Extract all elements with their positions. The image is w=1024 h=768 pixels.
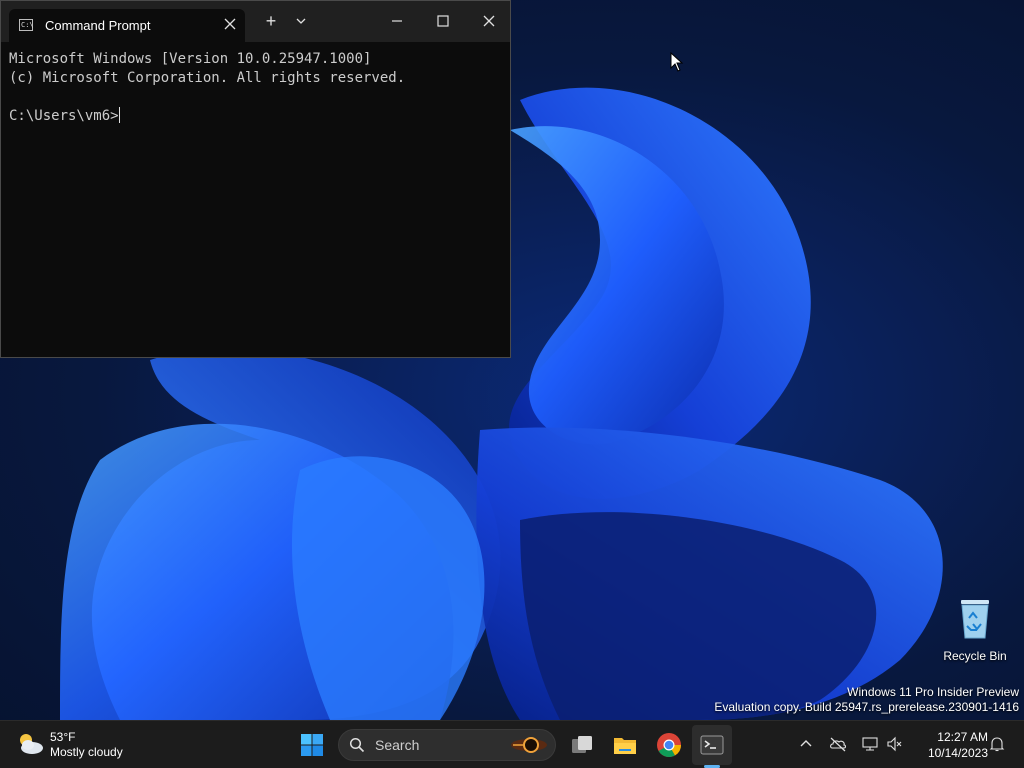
terminal-prompt: C:\Users\vm6>: [9, 108, 119, 124]
text-cursor: [118, 107, 120, 123]
close-icon[interactable]: [479, 11, 499, 31]
tab-close-icon[interactable]: [221, 15, 239, 33]
search-highlight-icon: [511, 737, 547, 753]
windows-start-icon[interactable]: [298, 731, 326, 759]
chevron-down-icon[interactable]: [291, 11, 311, 31]
tab-command-prompt[interactable]: C:\ Command Prompt: [9, 9, 245, 42]
terminal-output[interactable]: Microsoft Windows [Version 10.0.25947.10…: [9, 50, 502, 126]
recycle-bin-label: Recycle Bin: [943, 649, 1007, 663]
taskbar-search-box[interactable]: Search: [338, 729, 556, 761]
weather-temperature: 53°F: [50, 730, 76, 744]
onedrive-offline-icon[interactable]: [829, 735, 847, 753]
recycle-bin-icon: [961, 600, 989, 639]
command-prompt-window[interactable]: C:\ Command Prompt + Microsoft Windows […: [0, 0, 511, 358]
weather-description: Mostly cloudy: [50, 745, 123, 759]
file-explorer-icon[interactable]: [611, 731, 639, 759]
task-view-icon[interactable]: [568, 731, 596, 759]
volume-muted-icon[interactable]: [886, 735, 904, 753]
search-icon: [349, 737, 365, 753]
watermark-line-2: Evaluation copy. Build 25947.rs_prerelea…: [714, 700, 1019, 714]
new-tab-button[interactable]: +: [261, 11, 281, 31]
notification-bell-icon[interactable]: [988, 735, 1006, 753]
watermark-line-1: Windows 11 Pro Insider Preview: [847, 685, 1019, 699]
terminal-line: Microsoft Windows [Version 10.0.25947.10…: [9, 51, 372, 67]
mouse-pointer-icon: [670, 51, 684, 77]
partly-cloudy-icon: [20, 734, 43, 754]
terminal-prompt-line: C:\Users\vm6>: [9, 107, 502, 126]
tab-title: Command Prompt: [45, 18, 151, 33]
recycle-bin[interactable]: Recycle Bin: [940, 596, 1010, 663]
taskbar: 53°F Mostly cloudy Search 12:27 AM 10/14…: [0, 720, 1024, 768]
terminal-app-icon[interactable]: [698, 731, 726, 759]
console-icon: C:\: [19, 19, 34, 31]
title-bar[interactable]: C:\ Command Prompt +: [1, 1, 510, 42]
terminal-line: (c) Microsoft Corporation. All rights re…: [9, 70, 406, 86]
network-icon[interactable]: [861, 735, 879, 753]
plus-icon: +: [265, 11, 277, 31]
search-placeholder: Search: [375, 737, 420, 753]
evaluation-watermark: Windows 11 Pro Insider Preview Evaluatio…: [714, 685, 1019, 715]
minimize-icon[interactable]: [387, 11, 407, 31]
clock-date: 10/14/2023: [927, 746, 988, 760]
system-clock[interactable]: 12:27 AM 10/14/2023: [912, 729, 988, 761]
chevron-up-icon[interactable]: [797, 735, 815, 753]
chrome-icon[interactable]: [655, 731, 683, 759]
maximize-icon[interactable]: [433, 11, 453, 31]
clock-time: 12:27 AM: [937, 730, 988, 744]
